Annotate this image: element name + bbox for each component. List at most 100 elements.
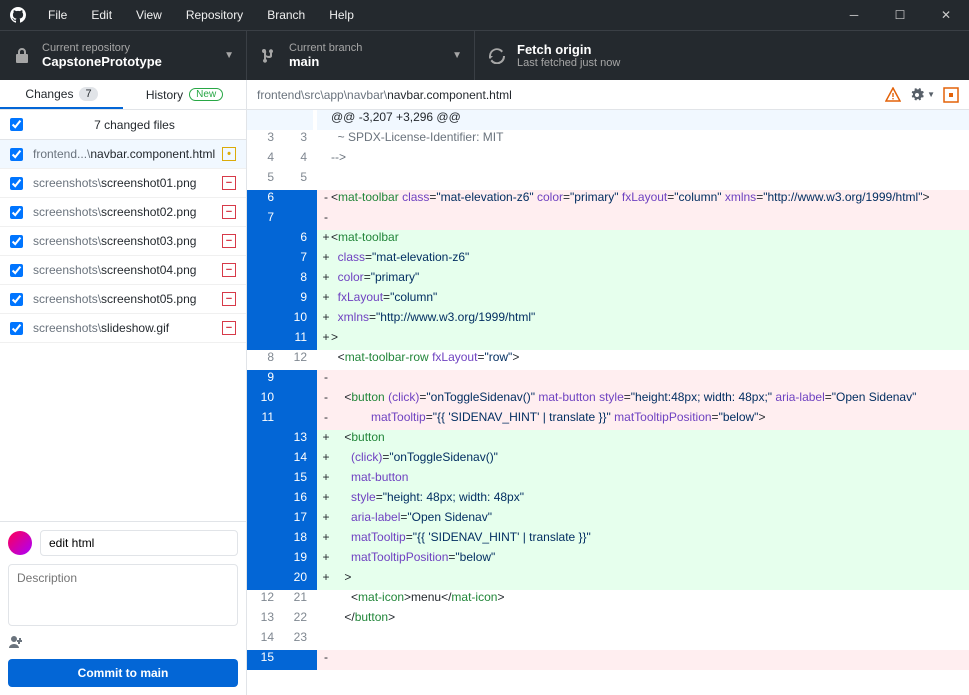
- line-number-old: 3: [247, 130, 280, 150]
- file-row[interactable]: screenshots\screenshot01.png −: [0, 169, 246, 198]
- diff-sign: +: [317, 250, 331, 270]
- line-number-new: 14: [280, 450, 313, 470]
- diff-line: 8 12 <mat-toolbar-row fxLayout="row">: [247, 350, 969, 370]
- file-row[interactable]: frontend...\navbar.component.html •: [0, 140, 246, 169]
- menu-edit[interactable]: Edit: [81, 4, 122, 26]
- diff-code: </button>: [331, 610, 969, 630]
- diff-line: 6 + <mat-toolbar: [247, 230, 969, 250]
- file-checkbox[interactable]: [10, 293, 23, 306]
- diff-code: <button (click)="onToggleSidenav()" mat-…: [331, 390, 969, 410]
- warning-icon[interactable]: [885, 87, 901, 103]
- line-number-old: 15: [247, 650, 280, 670]
- line-number-old: 9: [247, 370, 280, 390]
- diff-sign: +: [317, 570, 331, 590]
- file-name: screenshots\screenshot03.png: [33, 234, 222, 248]
- diff-line: 5 5: [247, 170, 969, 190]
- diff-sign: [317, 130, 331, 150]
- diff-sign: +: [317, 530, 331, 550]
- repo-selector[interactable]: Current repository CapstonePrototype ▼: [0, 31, 247, 80]
- menu-help[interactable]: Help: [319, 4, 364, 26]
- repo-label: Current repository: [42, 42, 162, 54]
- settings-dropdown[interactable]: ▼: [909, 87, 935, 103]
- diff-code: matTooltipPosition="below": [331, 550, 969, 570]
- diff-code: matTooltip="{{ 'SIDENAV_HINT' | translat…: [331, 410, 969, 430]
- add-coauthor-button[interactable]: [8, 629, 238, 655]
- close-button[interactable]: ✕: [923, 0, 969, 30]
- diff-sign: [317, 110, 331, 130]
- minimize-button[interactable]: ─: [831, 0, 877, 30]
- menu-repository[interactable]: Repository: [176, 4, 253, 26]
- diff-code: [331, 170, 969, 190]
- file-checkbox[interactable]: [10, 148, 23, 161]
- line-number-new: [280, 650, 313, 670]
- line-number-old: 4: [247, 150, 280, 170]
- line-number-new: 19: [280, 550, 313, 570]
- file-row[interactable]: screenshots\screenshot02.png −: [0, 198, 246, 227]
- line-number-new: [280, 190, 313, 210]
- main: Changes 7 History New 7 changed files fr…: [0, 80, 969, 695]
- file-checkbox[interactable]: [10, 206, 23, 219]
- menu-branch[interactable]: Branch: [257, 4, 315, 26]
- gear-icon: [909, 87, 925, 103]
- diff-line: 18 + matTooltip="{{ 'SIDENAV_HINT' | tra…: [247, 530, 969, 550]
- line-number-old: 5: [247, 170, 280, 190]
- file-list: frontend...\navbar.component.html • scre…: [0, 140, 246, 521]
- diff-code: <mat-icon>menu</mat-icon>: [331, 590, 969, 610]
- file-checkbox[interactable]: [10, 264, 23, 277]
- diff-code: <mat-toolbar-row fxLayout="row">: [331, 350, 969, 370]
- branch-selector[interactable]: Current branch main ▼: [247, 31, 475, 80]
- file-checkbox[interactable]: [10, 177, 23, 190]
- diff-code: style="height: 48px; width: 48px": [331, 490, 969, 510]
- file-checkbox[interactable]: [10, 322, 23, 335]
- line-number-new: 10: [280, 310, 313, 330]
- commit-button[interactable]: Commit to main: [8, 659, 238, 687]
- diff-sign: [317, 590, 331, 610]
- line-number-new: 11: [280, 330, 313, 350]
- select-all-checkbox[interactable]: [10, 118, 23, 131]
- github-icon: [10, 7, 26, 23]
- file-name: screenshots\screenshot04.png: [33, 263, 222, 277]
- commit-summary-input[interactable]: [40, 530, 238, 556]
- menu-view[interactable]: View: [126, 4, 172, 26]
- line-number-new: 13: [280, 430, 313, 450]
- diff-line: 17 + aria-label="Open Sidenav": [247, 510, 969, 530]
- diff-line: 4 4 -->: [247, 150, 969, 170]
- tab-changes[interactable]: Changes 7: [0, 80, 123, 109]
- commit-description-input[interactable]: [8, 564, 238, 626]
- line-number-new: 3: [280, 130, 313, 150]
- diff-code: color="primary": [331, 270, 969, 290]
- diff-view-icon[interactable]: [943, 87, 959, 103]
- diff-line: 14 + (click)="onToggleSidenav()": [247, 450, 969, 470]
- diff-sign: -: [317, 650, 331, 670]
- line-number-new: 18: [280, 530, 313, 550]
- file-row[interactable]: screenshots\screenshot04.png −: [0, 256, 246, 285]
- fetch-button[interactable]: Fetch origin Last fetched just now: [475, 31, 634, 80]
- diff-line: 8 + color="primary": [247, 270, 969, 290]
- file-name: screenshots\screenshot02.png: [33, 205, 222, 219]
- maximize-button[interactable]: ☐: [877, 0, 923, 30]
- menu-file[interactable]: File: [38, 4, 77, 26]
- file-row[interactable]: screenshots\screenshot05.png −: [0, 285, 246, 314]
- line-number-new: 8: [280, 270, 313, 290]
- diff-code: class="mat-elevation-z6": [331, 250, 969, 270]
- file-row[interactable]: screenshots\slideshow.gif −: [0, 314, 246, 343]
- line-number-new: [280, 370, 313, 390]
- line-number-old: [247, 250, 280, 270]
- diff-sign: +: [317, 290, 331, 310]
- file-row[interactable]: screenshots\screenshot03.png −: [0, 227, 246, 256]
- line-number-new: 20: [280, 570, 313, 590]
- line-number-old: [247, 530, 280, 550]
- line-number-new: 15: [280, 470, 313, 490]
- chevron-down-icon: ▼: [452, 50, 462, 61]
- tab-history[interactable]: History New: [123, 80, 246, 109]
- diff-sign: -: [317, 370, 331, 390]
- file-checkbox[interactable]: [10, 235, 23, 248]
- branch-value: main: [289, 54, 362, 69]
- line-number-old: [247, 290, 280, 310]
- sidebar-tabs: Changes 7 History New: [0, 80, 246, 110]
- person-plus-icon: [8, 634, 24, 650]
- changes-count-badge: 7: [79, 87, 97, 101]
- diff-code: matTooltip="{{ 'SIDENAV_HINT' | translat…: [331, 530, 969, 550]
- diff-view[interactable]: @@ -3,207 +3,296 @@3 3 ~ SPDX-License-Id…: [247, 110, 969, 695]
- files-header: 7 changed files: [0, 110, 246, 140]
